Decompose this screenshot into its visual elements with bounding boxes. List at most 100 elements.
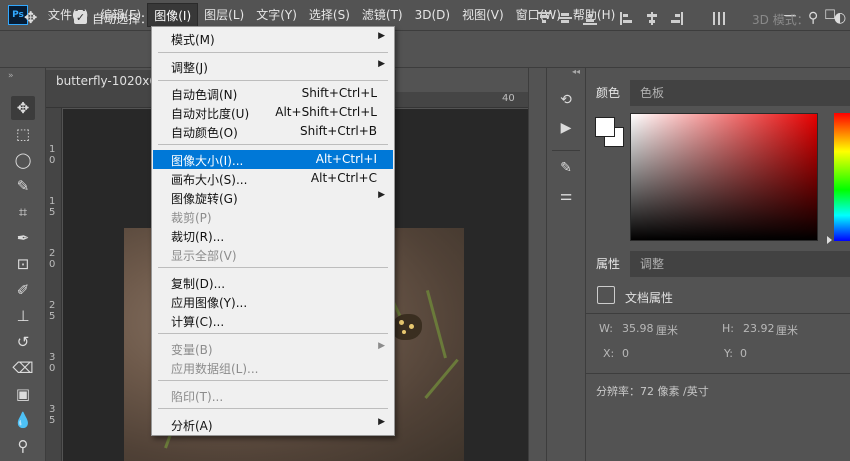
lasso-tool-icon[interactable]: ◯ <box>11 148 35 172</box>
height-label: H: <box>722 322 734 335</box>
width-unit: 厘米 <box>656 324 678 337</box>
tab-swatches[interactable]: 色板 <box>630 80 674 106</box>
menu-item-analysis[interactable]: 分析(A) ▶ <box>153 415 393 434</box>
menu-item-mode[interactable]: 模式(M) ▶ <box>153 29 393 48</box>
ruler-label: 0 <box>49 363 56 374</box>
menu-item-adjustments[interactable]: 调整(J) ▶ <box>153 57 393 76</box>
quick-select-tool-icon[interactable]: ✎ <box>11 174 35 198</box>
menu-item-auto-tone[interactable]: 自动色调(N) Shift+Ctrl+L <box>153 84 393 103</box>
brush-settings-icon[interactable]: ✎ <box>555 160 577 180</box>
tab-adjustments[interactable]: 调整 <box>630 251 674 277</box>
blur-tool-icon[interactable]: 💧 <box>11 408 35 432</box>
menu-filter[interactable]: 滤镜(T) <box>356 3 409 27</box>
move-tool-icon[interactable]: ✥ <box>11 96 35 120</box>
ruler-label: 1 <box>49 196 56 207</box>
ruler-label: 2 <box>49 300 56 311</box>
ruler-label: 5 <box>49 415 56 426</box>
color-picker-field[interactable] <box>630 113 818 241</box>
dodge-tool-icon[interactable]: ⚲ <box>11 434 35 458</box>
menu-item-apply-image[interactable]: 应用图像(Y)... <box>153 292 393 311</box>
menu-item-variables[interactable]: 变量(B) ▶ <box>153 339 393 358</box>
orbit-3d-icon[interactable]: ⚲ <box>808 10 818 26</box>
3d-mode-label: 3D 模式： <box>752 13 809 27</box>
y-value[interactable]: 0 <box>740 347 747 360</box>
ruler-label: 5 <box>49 207 56 218</box>
hue-slider[interactable] <box>834 113 850 241</box>
tab-properties[interactable]: 属性 <box>586 251 631 277</box>
color-panel-tabs: 颜色 色板 <box>586 80 850 106</box>
marquee-tool-icon[interactable]: ⬚ <box>11 122 35 146</box>
submenu-arrow-icon: ▶ <box>378 31 385 41</box>
brush-tool-icon[interactable]: ✐ <box>11 278 35 302</box>
menu-select[interactable]: 选择(S) <box>303 3 356 27</box>
divider <box>552 150 580 151</box>
ruler-vertical: 1 0 1 5 2 0 2 5 3 0 3 5 <box>46 108 62 461</box>
options-bar <box>0 30 850 68</box>
chevron-down-icon[interactable]: ⌵ <box>48 10 56 21</box>
width-value[interactable]: 35.98 <box>622 322 654 335</box>
menu-type[interactable]: 文字(Y) <box>250 3 303 27</box>
document-icon <box>597 286 615 304</box>
hue-marker-icon[interactable] <box>827 236 832 244</box>
document-properties-label: 文档属性 <box>625 291 674 305</box>
ruler-label: 1 <box>49 144 56 155</box>
menu-item-duplicate[interactable]: 复制(D)... <box>153 273 393 292</box>
menu-separator <box>158 408 388 409</box>
align-right-icon[interactable] <box>669 12 683 25</box>
properties-panel-tabs: 属性 调整 <box>586 251 850 277</box>
menu-view[interactable]: 视图(V) <box>456 3 510 27</box>
menu-item-auto-color[interactable]: 自动颜色(O) Shift+Ctrl+B <box>153 122 393 141</box>
align-top-icon[interactable] <box>537 12 551 25</box>
tab-color[interactable]: 颜色 <box>586 80 631 106</box>
play-actions-icon[interactable]: ▶ <box>555 120 577 140</box>
menu-item-trap[interactable]: 陷印(T)... <box>153 386 393 405</box>
healing-brush-tool-icon[interactable]: ⊡ <box>11 252 35 276</box>
align-hcenter-icon[interactable] <box>645 12 659 25</box>
x-value[interactable]: 0 <box>622 347 629 360</box>
align-vcenter-icon[interactable] <box>558 12 572 25</box>
move-tool-icon[interactable]: ✥ <box>24 8 37 27</box>
gradient-tool-icon[interactable]: ▣ <box>11 382 35 406</box>
auto-select-label: 自动选择： <box>92 12 153 26</box>
menu-image[interactable]: 图像(I) <box>147 3 199 27</box>
divider <box>586 373 850 374</box>
eyedropper-tool-icon[interactable]: ✒ <box>11 226 35 250</box>
y-label: Y: <box>724 347 733 360</box>
clone-stamp-tool-icon[interactable]: ⊥ <box>11 304 35 328</box>
collapse-panels-icon[interactable]: ◂◂ <box>572 67 580 76</box>
align-left-icon[interactable] <box>620 12 634 25</box>
height-value[interactable]: 23.92 <box>743 322 775 335</box>
roll-3d-icon[interactable]: ◐ <box>834 10 846 26</box>
menu-item-canvas-size[interactable]: 画布大小(S)... Alt+Ctrl+C <box>153 169 393 188</box>
ruler-label: 40 <box>502 93 515 104</box>
x-label: X: <box>603 347 615 360</box>
menu-item-auto-contrast[interactable]: 自动对比度(U) Alt+Shift+Ctrl+L <box>153 103 393 122</box>
menu-layer[interactable]: 图层(L) <box>198 3 250 27</box>
auto-select-checkbox[interactable]: ✓ <box>74 11 87 24</box>
height-unit: 厘米 <box>776 324 798 337</box>
align-bottom-icon[interactable] <box>583 12 597 25</box>
history-icon[interactable]: ⟲ <box>555 92 577 112</box>
menu-separator <box>158 333 388 334</box>
crop-tool-icon[interactable]: ⌗ <box>11 200 35 224</box>
eraser-tool-icon[interactable]: ⌫ <box>11 356 35 380</box>
ruler-label: 5 <box>49 311 56 322</box>
menu-item-reveal-all[interactable]: 显示全部(V) <box>153 245 393 264</box>
menu-item-calculations[interactable]: 计算(C)... <box>153 311 393 330</box>
distribute-icon[interactable] <box>712 12 726 25</box>
menu-item-image-rotation[interactable]: 图像旋转(G) ▶ <box>153 188 393 207</box>
history-brush-tool-icon[interactable]: ↺ <box>11 330 35 354</box>
menu-3d[interactable]: 3D(D) <box>409 3 456 27</box>
menu-item-trim[interactable]: 裁切(R)... <box>153 226 393 245</box>
width-label: W: <box>599 322 613 335</box>
adjustments-icon[interactable]: ⚌ <box>555 188 577 208</box>
resolution-text: 分辨率：72 像素 /英寸 <box>596 385 709 398</box>
foreground-color-swatch[interactable] <box>595 117 615 137</box>
menu-item-image-size[interactable]: 图像大小(I)... Alt+Ctrl+I <box>153 150 393 169</box>
submenu-arrow-icon: ▶ <box>378 59 385 69</box>
menu-separator <box>158 380 388 381</box>
ruler-label: 0 <box>49 155 56 166</box>
menu-item-crop[interactable]: 裁剪(P) <box>153 207 393 226</box>
menu-item-apply-data-set[interactable]: 应用数据组(L)... <box>153 358 393 377</box>
collapse-toolbar-icon[interactable]: » <box>8 71 14 81</box>
